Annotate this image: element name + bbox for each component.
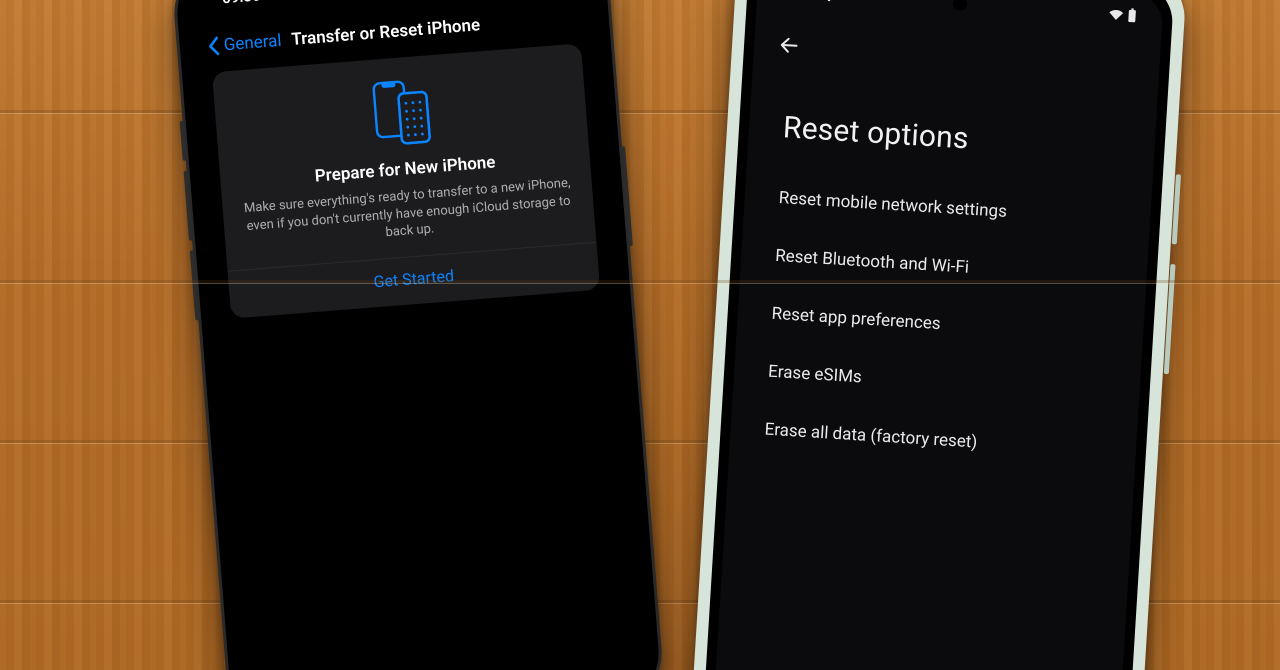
reset-item-bluetooth[interactable]: Reset Bluetooth and Wi-Fi bbox=[775, 246, 1122, 287]
android-status-bar: 09:30 bbox=[757, 0, 1163, 24]
reset-item-app-prefs[interactable]: Reset app preferences bbox=[771, 304, 1118, 345]
pixel-device: 09:30 bbox=[687, 0, 1187, 670]
reset-item-factory[interactable]: Erase all data (factory reset) bbox=[764, 420, 1111, 461]
wifi-icon bbox=[1108, 7, 1124, 20]
iphone-device: 09:30 100 bbox=[170, 0, 666, 670]
back-button[interactable] bbox=[778, 34, 801, 57]
pixel-power-button bbox=[1172, 174, 1181, 244]
reset-item-network[interactable]: Reset mobile network settings bbox=[778, 188, 1125, 229]
pixel-screen: 09:30 bbox=[710, 0, 1164, 670]
iphone-volume-down-button bbox=[190, 250, 199, 320]
pixel-volume-button bbox=[1164, 264, 1176, 374]
chevron-left-icon bbox=[207, 36, 222, 57]
android-status-time: 09:30 bbox=[783, 0, 817, 3]
reset-item-esims[interactable]: Erase eSIMs bbox=[768, 362, 1115, 403]
back-label: General bbox=[223, 31, 282, 55]
page-title: Transfer or Reset iPhone bbox=[291, 15, 481, 50]
iphone-volume-up-button bbox=[184, 171, 193, 241]
pixel-bezel: 09:30 bbox=[699, 0, 1174, 670]
reset-options-list: Reset mobile network settings Reset Blue… bbox=[764, 188, 1125, 461]
settings-notification-icon bbox=[822, 0, 836, 3]
back-button[interactable]: General bbox=[207, 31, 282, 57]
transfer-devices-icon bbox=[232, 67, 570, 159]
prepare-card: Prepare for New iPhone Make sure everyth… bbox=[212, 43, 600, 318]
ios-status-time: 09:30 bbox=[221, 0, 261, 7]
battery-icon bbox=[1127, 7, 1137, 22]
get-started-button[interactable]: Get Started bbox=[246, 244, 582, 303]
page-title: Reset options bbox=[782, 110, 970, 156]
iphone-mute-switch bbox=[180, 121, 187, 161]
iphone-screen: 09:30 100 bbox=[186, 0, 650, 670]
iphone-power-button bbox=[621, 146, 633, 246]
wooden-desk-background: 09:30 100 bbox=[0, 0, 1280, 670]
arrow-left-icon bbox=[778, 34, 801, 57]
dynamic-island bbox=[330, 0, 452, 9]
do-not-disturb-icon bbox=[264, 0, 279, 2]
